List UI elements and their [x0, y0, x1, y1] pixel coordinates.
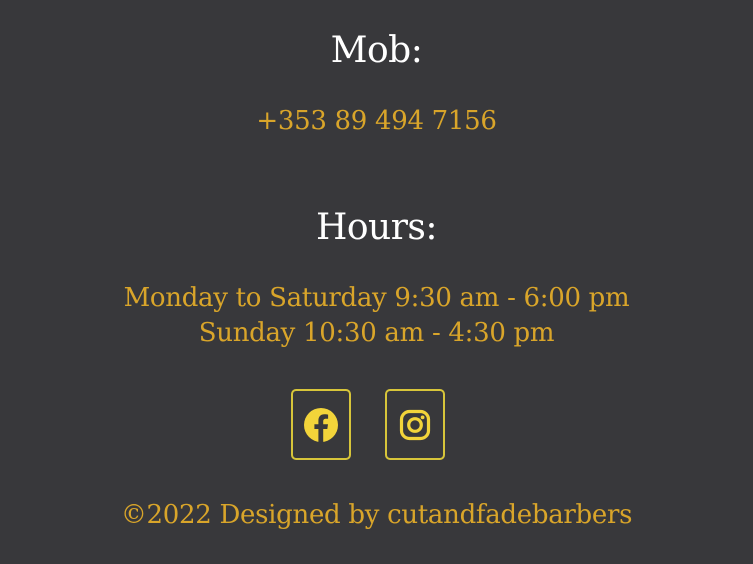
- phone-number[interactable]: +353 89 494 7156: [0, 106, 753, 136]
- hours-sunday: Sunday 10:30 am - 4:30 pm: [198, 318, 555, 348]
- facebook-icon: [304, 407, 338, 442]
- instagram-button[interactable]: [385, 389, 445, 460]
- facebook-button[interactable]: [291, 389, 351, 460]
- hours-weekday: Monday to Saturday 9:30 am - 6:00 pm: [123, 283, 630, 313]
- mob-heading: Mob:: [330, 30, 423, 71]
- hours-heading: Hours:: [315, 207, 438, 248]
- instagram-icon: [399, 409, 431, 441]
- copyright-footer: ©2022 Designed by cutandfadebarbers: [120, 500, 633, 530]
